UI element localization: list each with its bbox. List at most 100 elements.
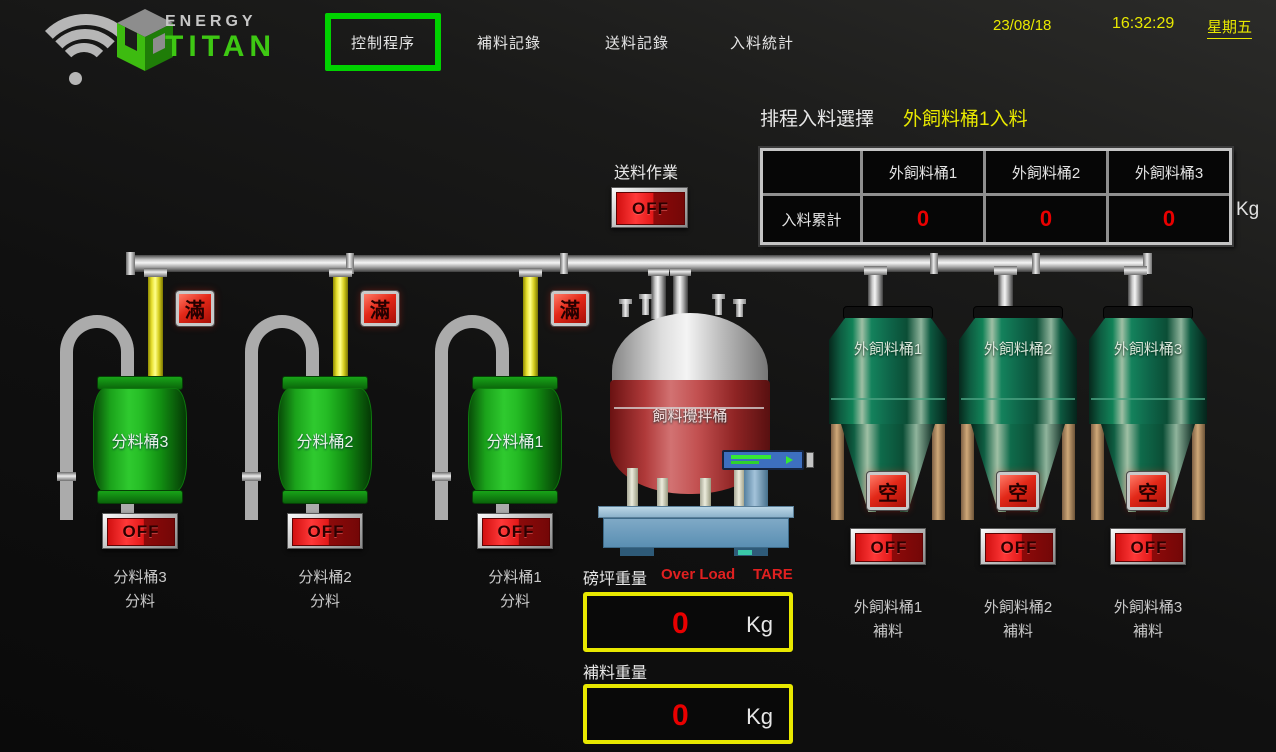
refill-weight-unit: Kg <box>746 704 773 730</box>
hopper-name-wrap: 外飼料桶3 <box>1089 338 1207 359</box>
pipe-joint <box>1124 266 1147 275</box>
mixer-nozzle <box>712 294 725 299</box>
divider-tank: 分料桶1 <box>468 376 562 506</box>
mixer-nozzle <box>715 298 722 315</box>
nav-tab-refill-records[interactable]: 補料記錄 <box>477 32 541 53</box>
feed-drop-pipe <box>333 270 348 378</box>
scale-weight-label: 磅坪重量 <box>583 565 647 589</box>
hopper-name: 外飼料桶1 <box>854 338 922 359</box>
pipe-joint <box>519 268 542 277</box>
tank-caption: 分料桶2 分料 <box>270 566 380 614</box>
hopper-seam <box>1091 398 1205 400</box>
tank-caption: 分料桶1 分料 <box>460 566 570 614</box>
intake-total-value: 0 <box>1109 196 1229 242</box>
refill-weight-value: 0 <box>672 699 689 733</box>
table-unit-label: Kg <box>1236 199 1259 221</box>
mixer-seam <box>614 407 764 409</box>
full-status-badge: 滿 <box>361 291 399 326</box>
divider-tank-switch[interactable]: OFF <box>102 513 178 549</box>
scale-weight-unit: Kg <box>746 612 773 638</box>
scale-platform-body <box>603 518 789 548</box>
mixer-nozzle <box>619 299 632 304</box>
tank-bottom-cap <box>472 490 558 504</box>
tank-caption-line2: 分料 <box>460 590 570 614</box>
tank-name: 分料桶3 <box>112 428 169 452</box>
hopper-top-cap <box>843 306 933 320</box>
time-display: 16:32:29 <box>1112 15 1174 33</box>
platform-foot-cap <box>738 550 752 555</box>
pipe-joint <box>329 268 352 277</box>
hopper-top-cap <box>1103 306 1193 320</box>
logo-text-titan: TITAN <box>165 32 276 62</box>
divider-tank-switch-state: OFF <box>107 518 175 546</box>
conveyor-switch[interactable]: OFF <box>611 187 688 228</box>
tare-indicator: TARE <box>753 566 793 583</box>
indicator-line <box>731 455 771 459</box>
nav-tab-delivery-records[interactable]: 送料記錄 <box>605 32 669 53</box>
mixer-dome <box>612 313 768 383</box>
mixer-leg <box>657 478 668 508</box>
tank-caption-line1: 分料桶3 <box>85 566 195 590</box>
intake-total-value: 0 <box>986 196 1106 242</box>
feed-drop-pipe <box>523 270 538 378</box>
mixer-leg <box>700 478 711 508</box>
empty-status-badge: 空 <box>1127 472 1169 510</box>
refill-weight-label: 補料重量 <box>583 659 647 683</box>
scale-platform-deck <box>598 506 794 518</box>
pipe-joint <box>864 266 887 275</box>
table-row-header: 入料累計 <box>763 196 860 242</box>
pipe-joint <box>994 266 1017 275</box>
scale-weight-value: 0 <box>672 607 689 641</box>
date-display: 23/08/18 <box>993 17 1051 34</box>
nav-tab-intake-statistics[interactable]: 入料統計 <box>730 32 794 53</box>
table-col-header: 外飼料桶2 <box>986 151 1106 193</box>
feed-hopper-switch[interactable]: OFF <box>980 528 1056 565</box>
feed-hopper-switch[interactable]: OFF <box>850 528 926 565</box>
divider-tank-switch-state: OFF <box>482 518 550 546</box>
tank-caption-line1: 分料桶1 <box>460 566 570 590</box>
schedule-selection: 外飼料桶1入料 <box>903 104 1028 131</box>
divider-tank-group: 滿 分料桶1 OFF 分料桶1 分料 <box>420 250 610 630</box>
divider-tank: 分料桶2 <box>278 376 372 506</box>
hopper-leg <box>1192 424 1205 520</box>
pipe-joint <box>432 472 451 481</box>
hopper-leg <box>831 424 844 520</box>
hopper-body <box>1089 318 1207 424</box>
hmi-screen: ENERGY TITAN 控制程序 補料記錄 送料記錄 入料統計 23/08/1… <box>0 0 1276 752</box>
table-col-header: 外飼料桶1 <box>863 151 983 193</box>
pipe-joint <box>242 472 261 481</box>
divider-tank-switch[interactable]: OFF <box>287 513 363 549</box>
feed-hopper-group: 外飼料桶3 空 OFF 外飼料桶3 補料 <box>1053 250 1243 650</box>
pipe-joint <box>57 472 76 481</box>
table-corner-cell <box>763 151 860 193</box>
nav-tab-label: 控制程序 <box>351 32 415 53</box>
intake-total-value: 0 <box>863 196 983 242</box>
mixer-nozzle <box>642 298 649 315</box>
tank-bottom-cap <box>97 490 183 504</box>
mixer-nozzle <box>639 294 652 299</box>
mixer-group: 飼料攪拌桶 <box>590 290 820 560</box>
full-status-badge: 滿 <box>551 291 589 326</box>
logo-text-energy: ENERGY <box>165 14 257 30</box>
pipe-joint <box>670 268 691 276</box>
nav-tab-control-program[interactable]: 控制程序 <box>325 13 441 71</box>
hopper-top-cap <box>973 306 1063 320</box>
indicator-column <box>744 470 768 508</box>
empty-status-badge: 空 <box>997 472 1039 510</box>
feed-hopper-switch-state: OFF <box>1115 533 1183 562</box>
intake-table: 外飼料桶1 外飼料桶2 外飼料桶3 入料累計 0 0 0 <box>760 148 1232 245</box>
mixer-nozzle <box>736 303 743 317</box>
pipe-joint <box>648 268 669 276</box>
mixer-nozzle <box>733 299 746 304</box>
mixer-leg <box>627 468 638 508</box>
hopper-outlet <box>1136 510 1160 520</box>
divider-tank-switch[interactable]: OFF <box>477 513 553 549</box>
scale-indicator <box>722 450 804 470</box>
tank-name: 分料桶2 <box>297 428 354 452</box>
hopper-leg <box>1091 424 1104 520</box>
feed-hopper-switch[interactable]: OFF <box>1110 528 1186 565</box>
divider-tank-switch-state: OFF <box>292 518 360 546</box>
indicator-line <box>731 461 759 464</box>
hopper-caption-line2: 補料 <box>1088 620 1208 644</box>
wifi-icon <box>28 12 124 94</box>
